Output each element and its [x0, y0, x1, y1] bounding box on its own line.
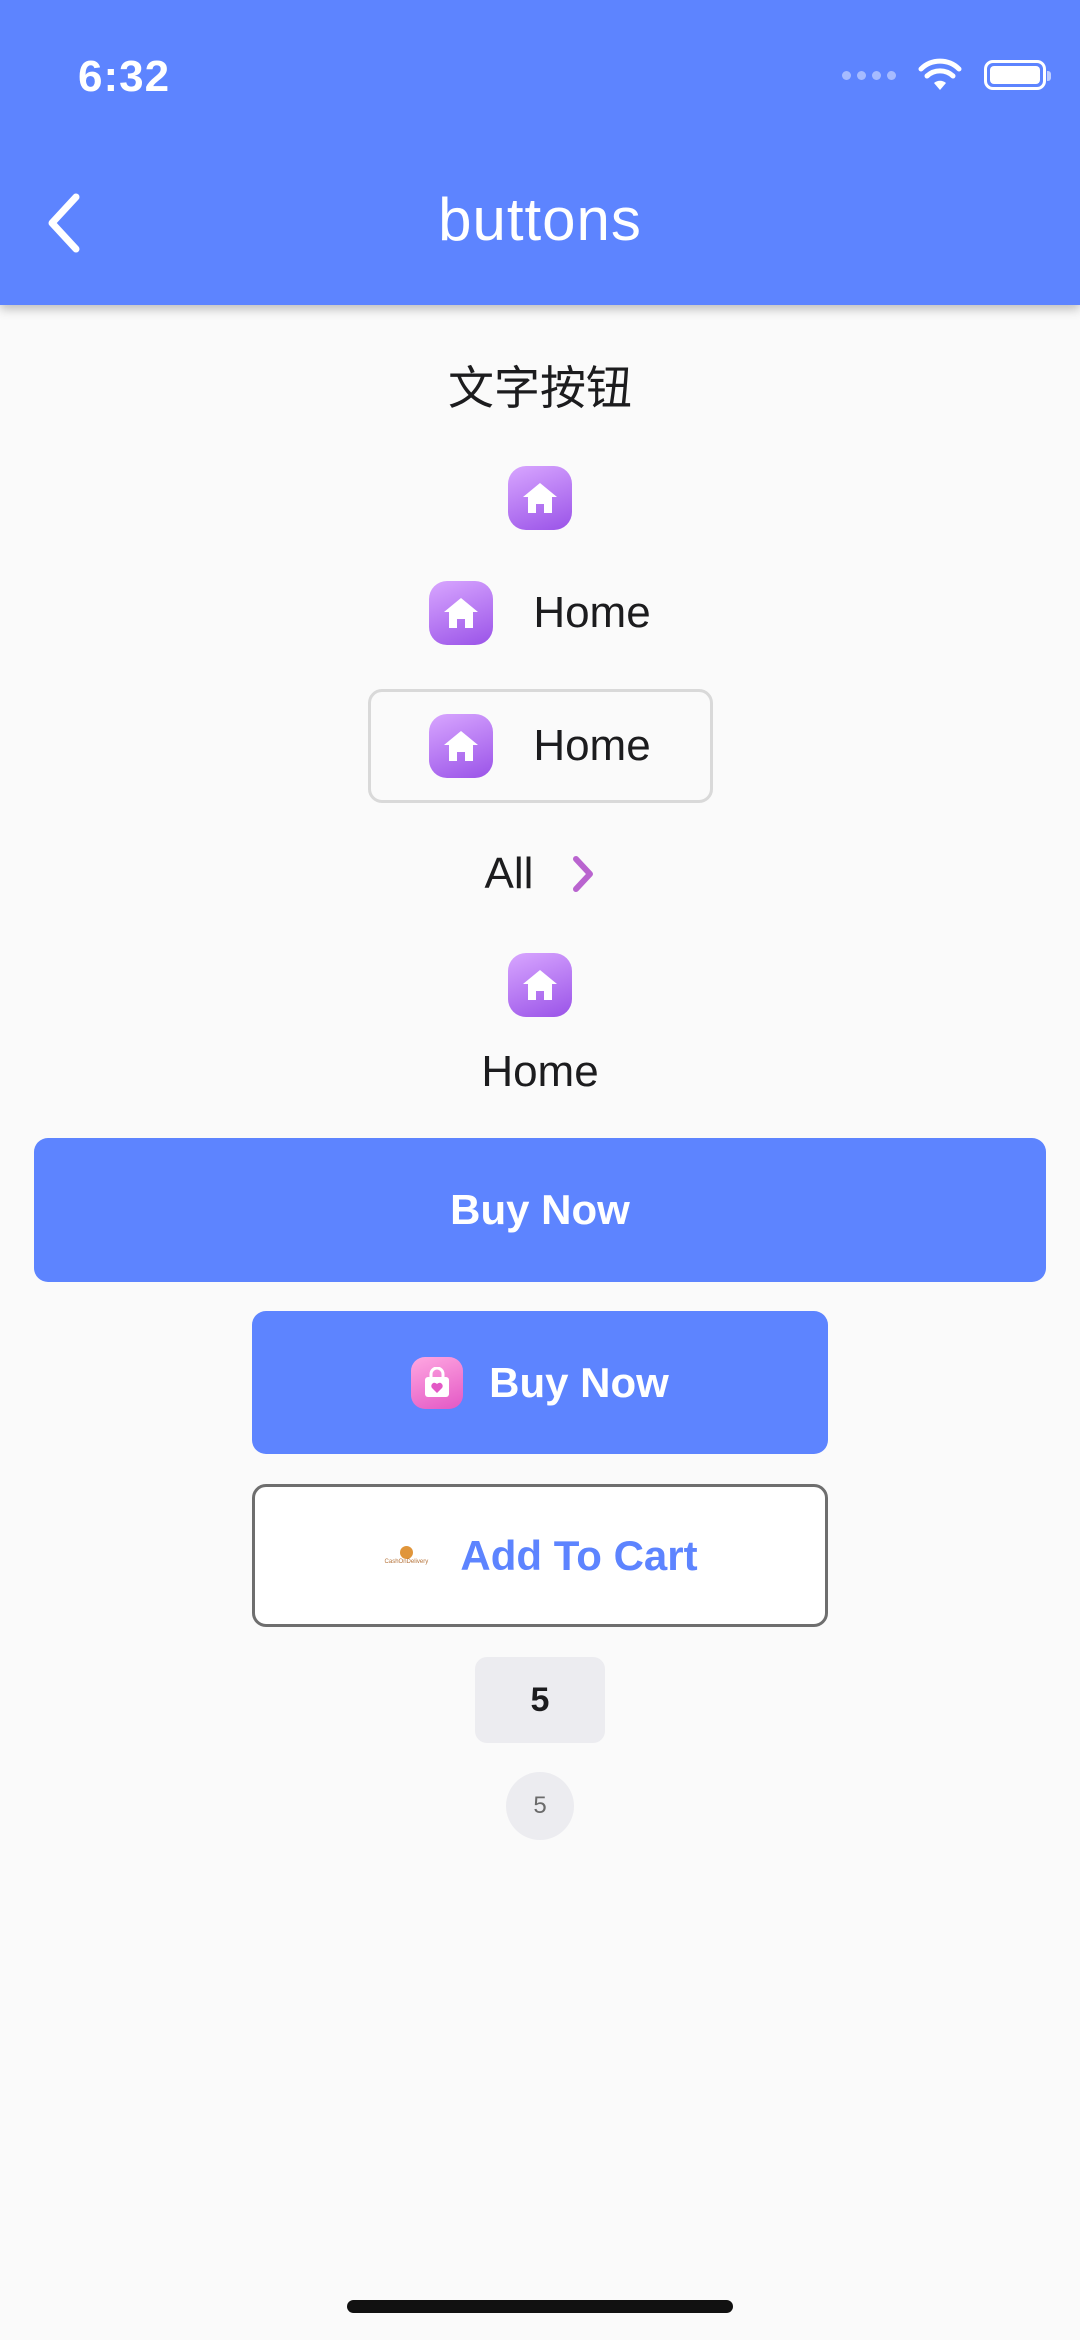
buy-now-icon-button[interactable]: Buy Now: [252, 1311, 828, 1454]
count-chip-button[interactable]: 5: [475, 1657, 605, 1743]
all-button[interactable]: All: [485, 849, 596, 899]
home-icon-button[interactable]: [508, 466, 572, 530]
buy-now-label: Buy Now: [450, 1186, 630, 1233]
home-column-button[interactable]: Home: [481, 953, 599, 1097]
text-button[interactable]: 文字按钮: [448, 352, 632, 418]
home-icon: [429, 714, 494, 778]
buy-now-label: Buy Now: [489, 1358, 669, 1406]
page-title: buttons: [438, 186, 642, 253]
app-bar: 6:32 buttons: [0, 0, 1080, 305]
count-circle-value: 5: [533, 1792, 547, 1819]
shopping-bag-icon: [411, 1356, 464, 1409]
chevron-right-icon: [573, 856, 594, 892]
status-icons: [842, 58, 1051, 92]
home-icon: [429, 581, 494, 645]
cash-on-delivery-logo: CashOnDelivery: [382, 1541, 430, 1571]
home-icon: [508, 953, 572, 1017]
count-circle-button[interactable]: 5: [506, 1772, 574, 1840]
home-icon-text-button[interactable]: Home: [429, 581, 651, 645]
home-label: Home: [533, 588, 651, 637]
battery-icon: [984, 60, 1051, 90]
count-chip-value: 5: [530, 1680, 550, 1719]
home-label: Home: [481, 1047, 599, 1096]
add-to-cart-label: Add To Cart: [460, 1531, 698, 1579]
home-outlined-button[interactable]: Home: [367, 689, 713, 803]
home-icon: [523, 483, 557, 513]
home-indicator[interactable]: [347, 2300, 733, 2313]
cod-logo-text: CashOnDelivery: [384, 1559, 429, 1565]
add-to-cart-button[interactable]: CashOnDelivery Add To Cart: [252, 1484, 828, 1627]
status-time: 6:32: [78, 52, 171, 101]
buy-now-button[interactable]: Buy Now: [34, 1138, 1046, 1282]
signal-icon: [842, 70, 896, 80]
all-label: All: [484, 849, 534, 898]
home-label: Home: [533, 721, 651, 770]
wifi-icon: [918, 58, 962, 90]
